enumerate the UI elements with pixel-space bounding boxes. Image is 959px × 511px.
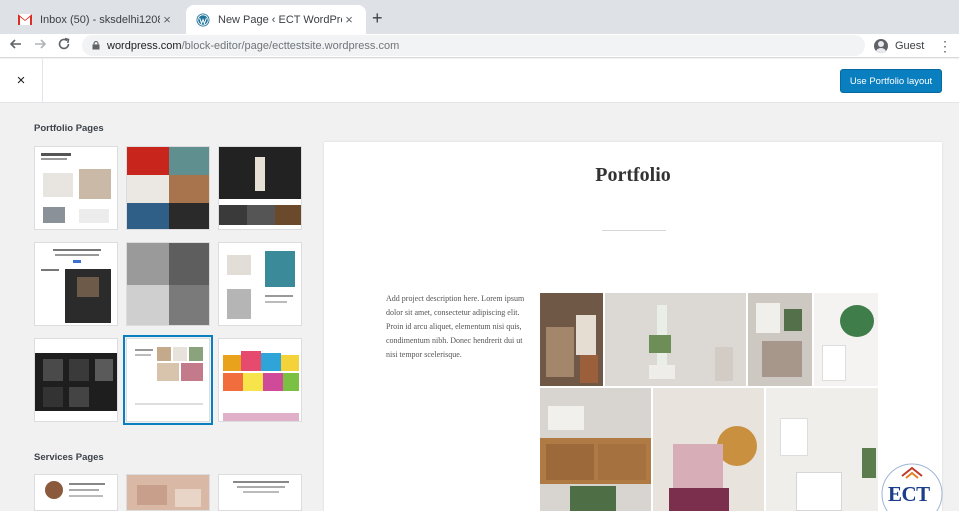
new-tab-button[interactable]: +: [372, 9, 383, 27]
close-button[interactable]: ×: [0, 59, 43, 102]
gmail-icon: [18, 13, 32, 27]
layout-thumbnail[interactable]: [34, 338, 118, 422]
close-tab-icon[interactable]: ×: [160, 12, 174, 27]
browser-tab-bar: Inbox (50) - sksdelhi1208@gmail × New Pa…: [0, 0, 959, 34]
preview-separator: [602, 230, 666, 231]
profile-label: Guest: [895, 40, 925, 52]
browser-toolbar: wordpress.com/block-editor/page/ecttests…: [0, 34, 959, 58]
url-host: wordpress.com: [107, 39, 182, 52]
ect-logo: ECT: [880, 462, 944, 511]
layout-thumbnail[interactable]: [218, 146, 302, 230]
url-path: /block-editor/page/ecttestsite.wordpress…: [181, 39, 400, 52]
gallery-image: [653, 388, 764, 511]
reload-icon[interactable]: [55, 37, 73, 55]
tab-title: New Page ‹ ECT WordPress Dem: [218, 13, 342, 26]
profile-button[interactable]: Guest: [874, 37, 924, 55]
layout-thumbnail[interactable]: [126, 146, 210, 230]
tab-new-page[interactable]: New Page ‹ ECT WordPress Dem ×: [186, 5, 366, 34]
close-tab-icon[interactable]: ×: [342, 12, 356, 27]
address-bar[interactable]: wordpress.com/block-editor/page/ecttests…: [82, 35, 865, 56]
editor-header: × Use Portfolio layout: [0, 59, 959, 103]
layout-thumbnail[interactable]: [126, 474, 210, 511]
layout-thumbnail[interactable]: [34, 474, 118, 511]
gallery-image: [748, 293, 812, 386]
layout-thumbnail-portfolio-selected[interactable]: [123, 335, 213, 425]
layout-thumbnail[interactable]: [126, 242, 210, 326]
tab-title: Inbox (50) - sksdelhi1208@gmail: [40, 13, 160, 26]
forward-arrow-icon[interactable]: [31, 37, 49, 55]
use-layout-button[interactable]: Use Portfolio layout: [840, 69, 942, 93]
preview-description: Add project description here. Lorem ipsu…: [386, 294, 525, 359]
tab-gmail-inbox[interactable]: Inbox (50) - sksdelhi1208@gmail ×: [8, 5, 184, 34]
section-heading-services: Services Pages: [34, 452, 104, 463]
layout-thumbnail[interactable]: [218, 338, 302, 422]
gallery-image: [540, 388, 651, 511]
gallery-image: [605, 293, 746, 386]
layout-thumbnail[interactable]: [34, 242, 118, 326]
layout-thumbnail[interactable]: [218, 474, 302, 511]
back-arrow-icon[interactable]: [7, 37, 25, 55]
section-heading-portfolio: Portfolio Pages: [34, 123, 104, 134]
layout-thumbnail[interactable]: [218, 242, 302, 326]
wordpress-icon: [196, 13, 210, 27]
browser-menu-icon[interactable]: ⋮: [938, 37, 952, 55]
lock-icon: [92, 41, 100, 50]
layout-preview: Portfolio Add project description here. …: [324, 142, 942, 511]
gallery-image: [766, 388, 878, 511]
profile-avatar-icon: [874, 39, 888, 53]
gallery-image: [540, 293, 603, 386]
preview-title: Portfolio: [595, 164, 671, 186]
layout-thumbnail[interactable]: [34, 146, 118, 230]
gallery-image: [814, 293, 878, 386]
ect-watermark-text: ECT: [888, 482, 930, 506]
